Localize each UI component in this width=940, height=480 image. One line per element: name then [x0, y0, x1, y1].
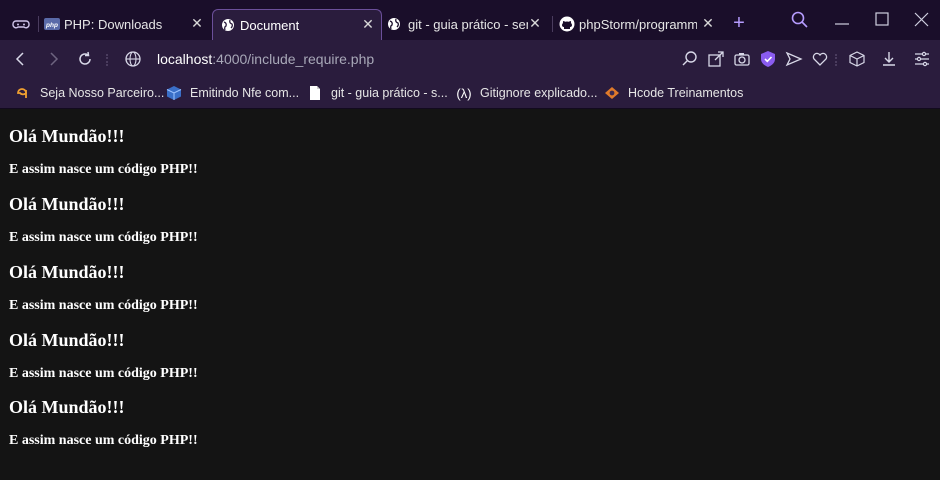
bookmark-item[interactable]: (λ) Gitignore explicado...: [456, 84, 597, 102]
svg-text:php: php: [45, 22, 58, 29]
close-tab-icon[interactable]: ✕: [361, 17, 375, 31]
toolbar-divider: [106, 54, 110, 66]
url-path: :4000/include_require.php: [212, 51, 375, 67]
navigation-toolbar: localhost:4000/include_require.php: [0, 40, 940, 78]
tab-label: git - guia prático - sem: [408, 16, 528, 32]
tab-phpstorm[interactable]: phpStorm/programme ✕: [559, 9, 721, 39]
tab-label: Document: [240, 17, 300, 33]
address-bar[interactable]: localhost:4000/include_require.php: [157, 51, 374, 67]
bookmark-label: Seja Nosso Parceiro...: [40, 86, 165, 100]
search-icon[interactable]: [790, 10, 810, 30]
page-content: Olá Mundão!!! E assim nasce um código PH…: [0, 109, 940, 480]
close-window-icon[interactable]: [912, 10, 932, 30]
zoom-search-icon[interactable]: [681, 50, 699, 68]
page-paragraph: E assim nasce um código PHP!!: [9, 366, 198, 381]
minimize-icon[interactable]: [832, 10, 852, 30]
bookmarks-bar: Seja Nosso Parceiro... Emitindo Nfe com.…: [0, 78, 940, 109]
hcode-icon: [604, 85, 620, 101]
share-icon[interactable]: [707, 50, 725, 68]
toolbar-divider: [835, 54, 839, 66]
site-info-icon[interactable]: [124, 50, 142, 68]
close-tab-icon[interactable]: ✕: [701, 16, 715, 30]
tab-label: PHP: Downloads: [64, 16, 163, 32]
url-host: localhost: [157, 51, 213, 67]
tab-divider: [552, 16, 553, 32]
tab-strip: php PHP: Downloads ✕ Document ✕ git - gu…: [0, 0, 940, 40]
bookmark-label: Emitindo Nfe com...: [190, 86, 300, 100]
tab-php-downloads[interactable]: php PHP: Downloads ✕: [44, 9, 210, 39]
partner-icon: [16, 85, 32, 101]
close-tab-icon[interactable]: ✕: [528, 16, 542, 30]
settings-sliders-icon[interactable]: [913, 50, 931, 68]
box-icon: [166, 85, 182, 101]
bookmark-item[interactable]: Hcode Treinamentos: [604, 84, 743, 102]
globe-icon: [220, 17, 236, 33]
forward-icon[interactable]: [44, 50, 62, 68]
shield-icon[interactable]: [759, 50, 777, 68]
page-paragraph: E assim nasce um código PHP!!: [9, 433, 198, 448]
bookmark-label: Hcode Treinamentos: [628, 86, 744, 100]
globe-icon: [386, 16, 402, 32]
page-paragraph: E assim nasce um código PHP!!: [9, 162, 198, 177]
page-heading: Olá Mundão!!!: [9, 262, 125, 282]
page-heading: Olá Mundão!!!: [9, 330, 125, 350]
page-paragraph: E assim nasce um código PHP!!: [9, 298, 198, 313]
bookmark-item[interactable]: Emitindo Nfe com...: [166, 84, 299, 102]
tab-git-guia[interactable]: git - guia prático - sem ✕: [386, 9, 548, 39]
page-paragraph: E assim nasce um código PHP!!: [9, 230, 198, 245]
reload-icon[interactable]: [76, 50, 94, 68]
page-heading: Olá Mundão!!!: [9, 126, 125, 146]
camera-icon[interactable]: [733, 50, 751, 68]
tab-label: phpStorm/programme: [579, 16, 697, 32]
tab-document[interactable]: Document ✕: [212, 9, 382, 40]
send-icon[interactable]: [785, 50, 803, 68]
github-icon: [559, 16, 575, 32]
page-heading: Olá Mundão!!!: [9, 194, 125, 214]
bookmark-label: Gitignore explicado...: [480, 86, 598, 100]
bookmark-label: git - guia prático - s...: [331, 86, 448, 100]
bookmark-item[interactable]: Seja Nosso Parceiro...: [16, 84, 164, 102]
new-tab-icon[interactable]: +: [730, 13, 748, 33]
cube-icon[interactable]: [848, 50, 866, 68]
document-icon: [307, 85, 323, 101]
page-heading: Olá Mundão!!!: [9, 397, 125, 417]
tab-divider: [38, 16, 39, 32]
download-icon[interactable]: [880, 50, 898, 68]
close-tab-icon[interactable]: ✕: [190, 16, 204, 30]
php-icon: php: [44, 16, 60, 32]
gamepad-icon[interactable]: [12, 15, 30, 33]
lambda-icon: (λ): [456, 85, 472, 101]
back-icon[interactable]: [12, 50, 30, 68]
heart-icon[interactable]: [811, 50, 829, 68]
bookmark-item[interactable]: git - guia prático - s...: [307, 84, 448, 102]
maximize-icon[interactable]: [872, 10, 892, 30]
